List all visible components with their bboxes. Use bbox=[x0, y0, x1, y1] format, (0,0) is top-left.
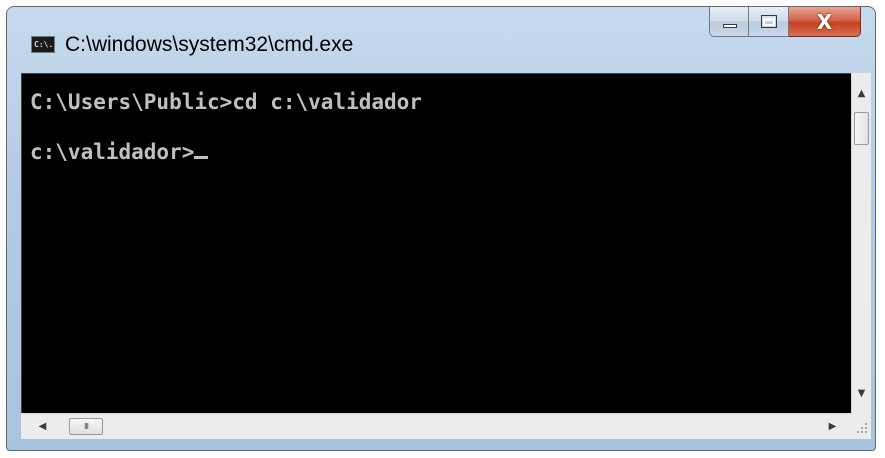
window-title: C:\windows\system32\cmd.exe bbox=[65, 33, 354, 56]
minimize-button[interactable] bbox=[709, 7, 749, 37]
horizontal-scroll-thumb[interactable]: III bbox=[69, 418, 103, 435]
scroll-up-arrow-icon[interactable]: ▲ bbox=[852, 85, 871, 103]
close-icon: X bbox=[816, 10, 833, 34]
grip-dot bbox=[861, 431, 863, 433]
prompt-text: c:\validador> bbox=[30, 140, 195, 164]
vertical-scroll-thumb[interactable] bbox=[854, 112, 869, 145]
minimize-icon bbox=[723, 24, 737, 28]
scroll-right-arrow-icon[interactable]: ▶ bbox=[823, 418, 842, 436]
close-button[interactable]: X bbox=[789, 7, 861, 37]
maximize-button[interactable] bbox=[749, 7, 789, 37]
console-line-prompt: c:\validador> bbox=[30, 140, 851, 164]
cmd-icon[interactable]: C:\. bbox=[31, 36, 55, 53]
console-output[interactable]: C:\Users\Public>cd c:\validador c:\valid… bbox=[21, 73, 851, 413]
grip-dot bbox=[865, 423, 867, 425]
title-bar[interactable]: C:\. C:\windows\system32\cmd.exe X bbox=[7, 7, 875, 73]
text-cursor bbox=[194, 156, 209, 159]
cmd-icon-text: C:\. bbox=[34, 40, 54, 49]
scroll-down-arrow-icon[interactable]: ▼ bbox=[852, 385, 871, 403]
console-line-command: C:\Users\Public>cd c:\validador bbox=[30, 90, 422, 114]
scroll-left-arrow-icon[interactable]: ◀ bbox=[33, 418, 52, 436]
grip-dot bbox=[857, 431, 859, 433]
resize-grip-icon[interactable] bbox=[851, 413, 871, 439]
vertical-scrollbar[interactable]: ▲ ▼ bbox=[851, 73, 871, 413]
horizontal-scrollbar[interactable]: ◀ III ▶ bbox=[21, 413, 851, 439]
grip-dot bbox=[865, 431, 867, 433]
grip-dot bbox=[861, 427, 863, 429]
maximize-icon bbox=[761, 15, 777, 28]
caption-buttons: X bbox=[709, 7, 861, 39]
grip-dot bbox=[865, 427, 867, 429]
cmd-window: C:\. C:\windows\system32\cmd.exe X C:\Us… bbox=[6, 6, 876, 451]
